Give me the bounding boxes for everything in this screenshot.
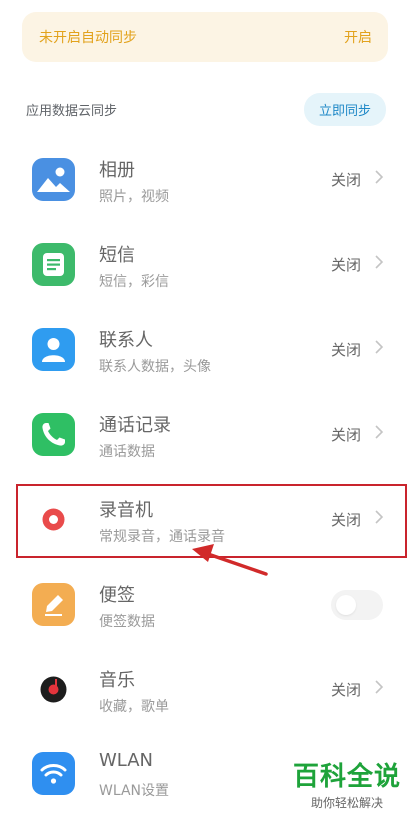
chevron-right-icon	[375, 680, 384, 694]
sync-item-contacts[interactable]: 联系人 联系人数据，头像 关闭	[0, 307, 415, 391]
item-subtitle: 短信，彩信	[99, 274, 169, 290]
chevron-right-icon	[375, 340, 384, 354]
section-title: 应用数据云同步	[26, 103, 118, 119]
sync-now-button[interactable]: 立即同步	[303, 92, 386, 126]
auto-sync-banner-text: 未开启自动同步	[39, 30, 137, 46]
item-status: 关闭	[331, 426, 362, 444]
item-subtitle: WLAN设置	[99, 783, 170, 799]
sync-item-sms[interactable]: 短信 短信，彩信 关闭	[0, 222, 415, 306]
phone-icon	[32, 413, 75, 456]
item-status: 关闭	[331, 681, 362, 699]
item-title: 联系人	[99, 330, 153, 351]
item-title: WLAN	[99, 750, 154, 771]
section-header: 应用数据云同步 立即同步	[26, 92, 386, 126]
contacts-icon	[32, 328, 75, 371]
arrow-icon	[192, 544, 268, 576]
sync-item-call-log[interactable]: 通话记录 通话数据 关闭	[0, 392, 415, 476]
chevron-right-icon	[375, 255, 384, 269]
item-status: 关闭	[331, 341, 362, 359]
item-subtitle: 通话数据	[99, 444, 155, 460]
auto-sync-banner: 未开启自动同步 开启	[22, 12, 388, 62]
notes-icon	[32, 583, 75, 626]
item-subtitle: 便签数据	[99, 614, 155, 630]
item-title: 音乐	[99, 670, 135, 691]
sync-item-gallery[interactable]: 相册 照片，视频 关闭	[0, 137, 415, 221]
sync-item-music[interactable]: 音乐 收藏，歌单 关闭	[0, 647, 415, 731]
wifi-icon	[32, 752, 75, 795]
item-status: 关闭	[331, 256, 362, 274]
gallery-icon	[32, 158, 75, 201]
enable-auto-sync-button[interactable]: 开启	[344, 27, 372, 47]
item-title: 短信	[99, 245, 135, 266]
watermark-subtitle: 助你轻松解决	[310, 796, 383, 810]
sms-icon	[32, 243, 75, 286]
toggle-knob	[336, 595, 356, 615]
item-subtitle: 照片，视频	[99, 189, 169, 205]
item-title: 便签	[99, 585, 135, 606]
watermark: 百科全说 助你轻松解决	[286, 756, 408, 811]
notes-sync-toggle[interactable]	[331, 590, 383, 620]
chevron-right-icon	[375, 170, 384, 184]
item-subtitle: 联系人数据，头像	[99, 359, 211, 375]
item-subtitle: 收藏，歌单	[99, 699, 169, 715]
item-status: 关闭	[331, 171, 362, 189]
item-title: 通话记录	[99, 415, 171, 436]
watermark-title: 百科全说	[292, 762, 401, 792]
chevron-right-icon	[375, 425, 384, 439]
item-title: 相册	[99, 160, 135, 181]
music-icon	[32, 668, 75, 711]
